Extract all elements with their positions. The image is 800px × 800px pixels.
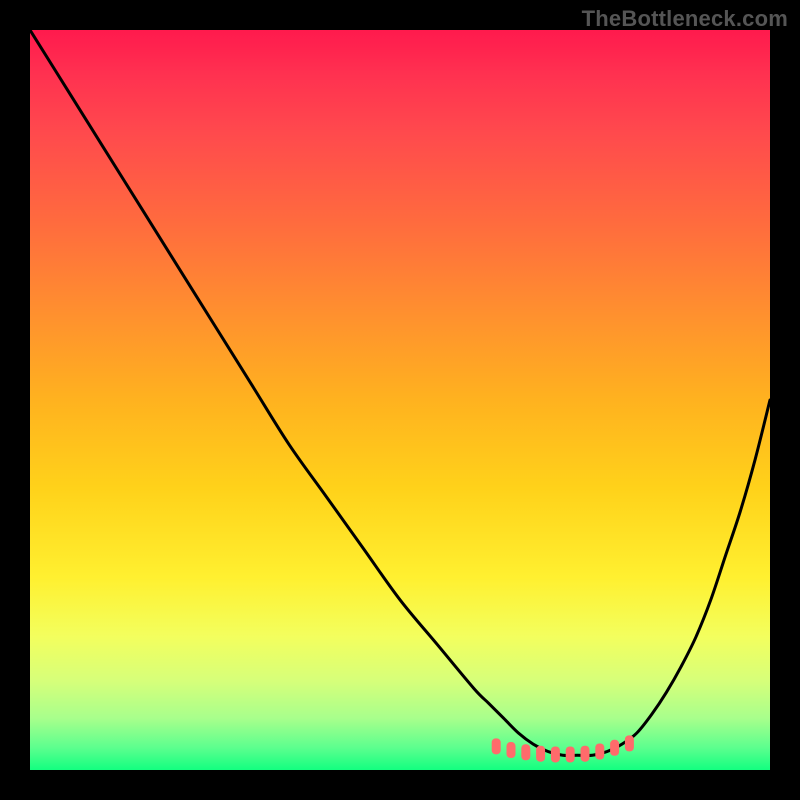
marker: [566, 746, 575, 762]
marker: [581, 746, 590, 762]
marker: [595, 744, 604, 760]
marker: [551, 746, 560, 762]
marker: [536, 746, 545, 762]
bottleneck-curve: [30, 30, 770, 755]
bottleneck-curve-path: [30, 30, 770, 755]
chart-frame: TheBottleneck.com: [0, 0, 800, 800]
marker: [521, 744, 530, 760]
plot-area: [30, 30, 770, 770]
curve-svg: [30, 30, 770, 770]
flat-region-markers: [492, 735, 634, 762]
marker: [507, 742, 516, 758]
marker: [492, 738, 501, 754]
watermark-text: TheBottleneck.com: [582, 6, 788, 32]
marker: [610, 740, 619, 756]
marker: [625, 735, 634, 751]
